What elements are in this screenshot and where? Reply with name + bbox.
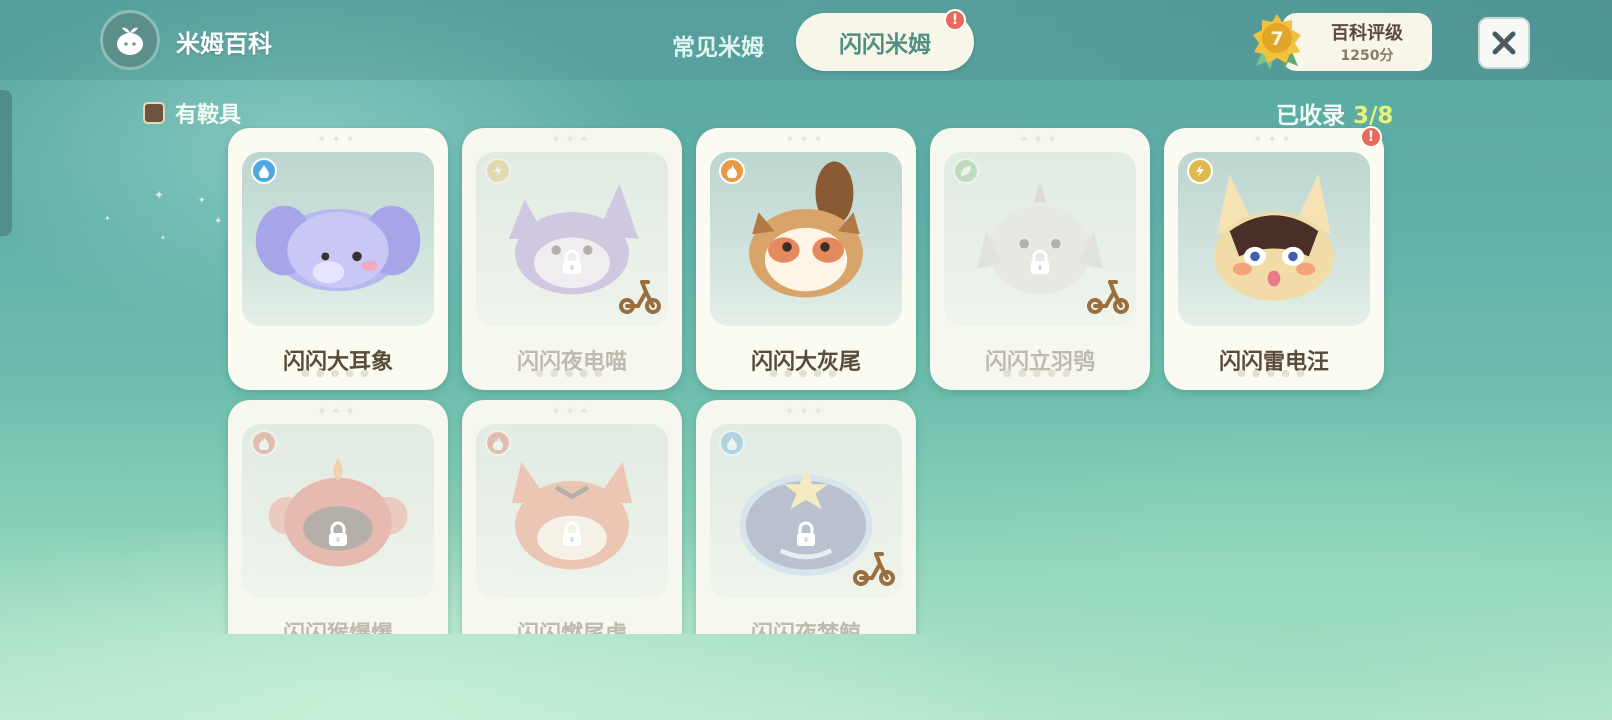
mim-card[interactable]: ✦✦✦ 闪闪夜电喵 ●●●●● — [462, 128, 682, 390]
side-drawer-handle[interactable] — [0, 90, 12, 236]
card-stars-decoration: ✦✦✦ — [550, 404, 594, 418]
collection-progress: 已收录 3/8 — [1276, 96, 1393, 130]
sparkle-icon: ✦ — [198, 196, 206, 206]
checkbox-box[interactable] — [143, 102, 165, 124]
tab-shiny-mims-label: 闪闪米姆 — [839, 32, 931, 58]
water-element-icon — [719, 430, 745, 456]
mim-card[interactable]: ✦✦✦ 闪闪燃尾虎●●●●● — [462, 400, 682, 634]
sprout-icon — [100, 10, 160, 70]
card-stars-decoration: ✦✦✦ — [784, 404, 828, 418]
close-icon — [1492, 31, 1516, 55]
mim-card[interactable]: ✦✦✦ ! 闪闪雷电汪 ●●●●● — [1164, 126, 1384, 390]
saddle-scooter-icon — [618, 278, 662, 318]
sparkle-icon: ✦ — [160, 234, 166, 242]
page-title: 米姆百科 — [176, 30, 272, 58]
rank-level: 7 — [1270, 28, 1283, 50]
mim-card[interactable]: ✦✦✦ 闪闪夜梦鲸●●●●● — [696, 400, 916, 634]
saddle-scooter-icon — [852, 550, 896, 590]
lock-icon — [324, 520, 352, 548]
sparkle-icon: ✦ — [104, 214, 111, 223]
mim-card-name: 闪闪夜梦鲸 — [696, 616, 916, 634]
card-stars-decoration: ✦✦✦ — [316, 404, 360, 418]
lock-icon — [558, 520, 586, 548]
card-stars-decoration: ✦✦✦ — [550, 132, 594, 146]
saddle-filter-label: 有鞍具 — [175, 103, 242, 128]
mim-card[interactable]: ✦✦✦ 闪闪大灰尾 ●●●●● — [696, 128, 916, 390]
card-stars-decoration: ✦✦✦ — [1018, 132, 1062, 146]
rank-score: 1250分 — [1340, 48, 1394, 64]
fire-element-icon — [485, 430, 511, 456]
electric-element-icon — [1187, 158, 1213, 184]
close-button[interactable] — [1478, 17, 1530, 69]
saddle-filter-checkbox[interactable]: 有鞍具 — [143, 97, 241, 129]
rank-title: 百科评级 — [1331, 23, 1403, 44]
saddle-scooter-icon — [1086, 278, 1130, 318]
sparkle-icon: ✦ — [154, 188, 165, 202]
fire-element-icon — [251, 430, 277, 456]
rank-medal-icon: 7 — [1248, 12, 1306, 70]
lock-icon — [792, 520, 820, 548]
mim-card-name: 闪闪猴爆爆 — [228, 616, 448, 634]
water-element-icon — [251, 158, 277, 184]
tab-shiny-mims[interactable]: 闪闪米姆 ! — [796, 9, 974, 71]
card-stars-decoration: ✦✦✦ — [784, 132, 828, 146]
card-footer-decoration: ●●●●● — [1003, 368, 1077, 379]
mim-card-grid: ✦✦✦ 闪闪大耳象 ●●●●● ✦✦✦ 闪闪夜电喵 ●●●●● ✦✦✦ 闪闪大灰尾 ●●●… — [220, 126, 1400, 634]
card-stars-decoration: ✦✦✦ — [1252, 132, 1296, 146]
mim-card[interactable]: ✦✦✦ 闪闪大耳象 ●●●●● — [228, 128, 448, 390]
alert-badge: ! — [944, 9, 966, 31]
electric-element-icon — [485, 158, 511, 184]
mim-card[interactable]: ✦✦✦ 闪闪立羽鸮 ●●●●● — [930, 128, 1150, 390]
lock-icon — [1026, 248, 1054, 276]
card-stars-decoration: ✦✦✦ — [316, 132, 360, 146]
card-footer-decoration: ●●●●● — [535, 368, 609, 379]
tab-common-mims[interactable]: 常见米姆 — [672, 28, 764, 62]
grass-element-icon — [953, 158, 979, 184]
mim-card[interactable]: ✦✦✦ 闪闪猴爆爆●●●●● — [228, 400, 448, 634]
fire-element-icon — [719, 158, 745, 184]
card-footer-decoration: ●●●●● — [769, 368, 843, 379]
mim-card-name: 闪闪燃尾虎 — [462, 616, 682, 634]
card-footer-decoration: ●●●●● — [301, 368, 375, 379]
card-footer-decoration: ●●●●● — [1237, 368, 1311, 379]
lock-icon — [558, 248, 586, 276]
alert-badge: ! — [1360, 126, 1382, 148]
